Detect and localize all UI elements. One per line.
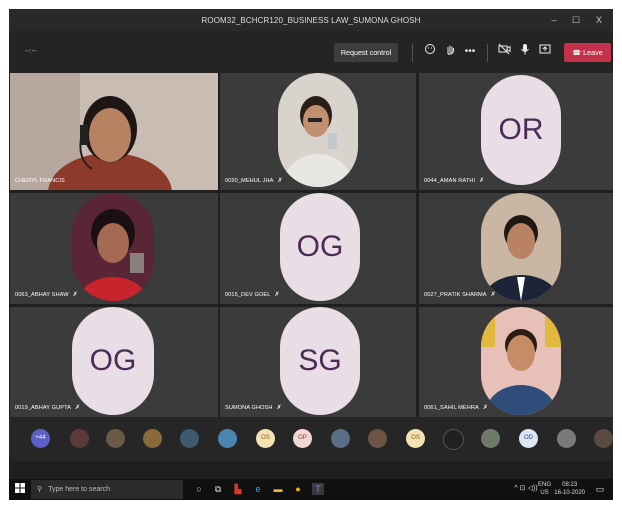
mic-muted-icon: ✗ [482, 405, 489, 411]
participant-name: SUMONA GHOSH ✗ [225, 405, 282, 411]
windows-taskbar: ⚲ Type here to search ○ ⧉ ▙ e ▬ ● T ^ ⊡ … [9, 479, 613, 500]
notifications-icon[interactable]: ▭ [594, 483, 606, 495]
participant-avatar [481, 193, 561, 301]
teams-window: ROOM32_BCHCR120_BUSINESS LAW_SUMONA GHOS… [9, 9, 613, 479]
camera-off-icon[interactable] [495, 43, 513, 61]
mic-muted-icon: ✗ [276, 405, 282, 411]
raise-hand-icon[interactable] [441, 43, 459, 61]
roster-avatar[interactable] [368, 429, 387, 448]
teams-icon[interactable]: T [312, 483, 324, 495]
mic-muted-icon: ✗ [277, 178, 283, 184]
participant-tile[interactable]: 0027_PRATIK SHARMA ✗ [419, 193, 613, 304]
file-explorer-icon[interactable]: ▬ [272, 483, 284, 495]
participant-name: 0027_PRATIK SHARMA ✗ [424, 292, 496, 298]
roster-initials[interactable]: OP [293, 429, 312, 448]
mic-muted-icon: ✗ [274, 292, 280, 298]
reactions-icon[interactable] [421, 43, 439, 61]
maximize-button[interactable]: ☐ [567, 12, 585, 28]
request-control-button[interactable]: Request control [334, 43, 398, 62]
participant-name: 0044_AMAN RATHI ✗ [424, 178, 485, 184]
roster-avatar[interactable] [481, 429, 500, 448]
meeting-toolbar: --:-- Request control ••• ☎ Leave [9, 31, 613, 73]
meeting-timer: --:-- [25, 48, 37, 55]
roster-avatar[interactable] [106, 429, 125, 448]
phone-hangup-icon: ☎ [572, 48, 584, 57]
divider [412, 44, 413, 62]
more-options-icon[interactable]: ••• [461, 43, 479, 61]
mic-muted-icon: ✗ [75, 405, 81, 411]
clock-time: 08:23 [562, 482, 578, 488]
roster-initials[interactable]: OS [406, 429, 425, 448]
title-bar: ROOM32_BCHCR120_BUSINESS LAW_SUMONA GHOS… [9, 9, 613, 31]
clock-date: 16-10-2020 [554, 490, 585, 496]
system-clock[interactable]: 08:23 16-10-2020 [554, 481, 585, 497]
divider [487, 44, 488, 62]
chrome-icon[interactable]: ● [292, 483, 304, 495]
participant-tile[interactable]: OG 0015_DEV GOEL ✗ [220, 193, 416, 304]
minimize-button[interactable]: – [545, 12, 563, 28]
mic-muted-icon: ✗ [72, 292, 78, 298]
leave-button[interactable]: ☎ Leave [564, 43, 611, 62]
participant-initials: OG [72, 307, 154, 415]
window-title: ROOM32_BCHCR120_BUSINESS LAW_SUMONA GHOS… [201, 16, 421, 25]
participant-tile[interactable]: SG SUMONA GHOSH ✗ [220, 307, 416, 417]
more-participants-button[interactable]: +44 [31, 429, 50, 448]
roster-avatar[interactable] [180, 429, 199, 448]
participant-initials: OR [481, 75, 561, 185]
roster-initials[interactable]: OD [519, 429, 538, 448]
cortana-icon[interactable]: ○ [193, 483, 205, 495]
pdf-reader-icon[interactable]: ▙ [232, 483, 244, 495]
microphone-icon[interactable] [516, 43, 534, 61]
roster-avatar[interactable] [143, 429, 162, 448]
participant-tile[interactable]: OR 0044_AMAN RATHI ✗ [419, 73, 613, 190]
close-button[interactable]: X [590, 12, 608, 28]
participant-name: 0015_DEV GOEL ✗ [225, 292, 280, 298]
participant-tile[interactable]: OG 0019_ABHAY GUPTA ✗ [10, 307, 218, 417]
participant-name: 0061_SAHIL MEHRA ✗ [424, 405, 489, 411]
roster-avatar[interactable] [218, 429, 237, 448]
participant-initials: SG [280, 307, 360, 415]
edge-icon[interactable]: e [252, 483, 264, 495]
search-placeholder: Type here to search [48, 486, 110, 493]
participant-tile[interactable]: 0063_ABHAY SHAW ✗ [10, 193, 218, 304]
participant-name: 0019_ABHAY GUPTA ✗ [15, 405, 81, 411]
language-label: ENG [537, 482, 551, 488]
video-grid: CHERYL FRANCIS 0020_MEHUL JHA ✗ OR 0044_A… [9, 73, 613, 417]
taskbar-search[interactable]: ⚲ Type here to search [31, 480, 183, 499]
language-indicator[interactable]: ENG US [538, 481, 551, 497]
participant-tile[interactable]: 0061_SAHIL MEHRA ✗ [419, 307, 613, 417]
windows-start-icon[interactable] [14, 483, 26, 495]
participant-initials: OG [280, 193, 360, 301]
participant-name: 0063_ABHAY SHAW ✗ [15, 292, 78, 298]
mic-muted-icon: ✗ [490, 292, 496, 298]
leave-label: Leave [583, 48, 603, 57]
share-screen-icon[interactable] [536, 43, 554, 61]
participant-tile[interactable]: CHERYL FRANCIS [10, 73, 218, 190]
participant-avatar [278, 73, 358, 187]
participant-avatar [481, 307, 561, 415]
roster-initials[interactable]: OS [256, 429, 275, 448]
region-label: US [540, 490, 549, 496]
participant-tile[interactable]: 0020_MEHUL JHA ✗ [220, 73, 416, 190]
roster-avatar[interactable] [331, 429, 350, 448]
participant-video [10, 73, 218, 190]
search-icon: ⚲ [37, 486, 43, 493]
roster-avatar[interactable] [443, 429, 464, 450]
roster-avatar[interactable] [594, 429, 613, 448]
task-view-icon[interactable]: ⧉ [212, 483, 224, 495]
roster-avatar[interactable] [557, 429, 576, 448]
participant-roster: +44 OS OP OS OD [9, 417, 613, 461]
roster-avatar[interactable] [70, 429, 89, 448]
participant-name: CHERYL FRANCIS [15, 178, 65, 184]
participant-avatar [72, 193, 154, 301]
mic-muted-icon: ✗ [479, 178, 485, 184]
participant-name: 0020_MEHUL JHA ✗ [225, 178, 283, 184]
